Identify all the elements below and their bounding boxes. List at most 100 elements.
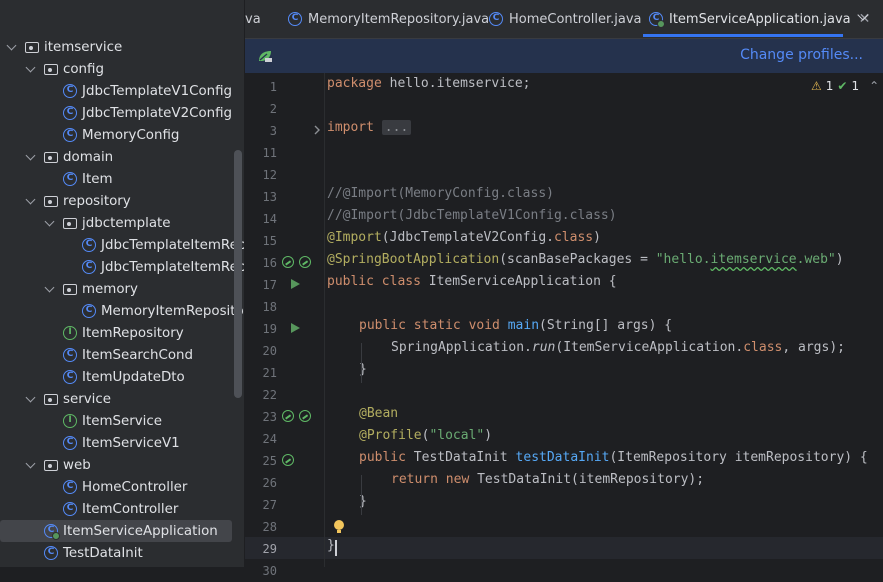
fold-chevron-icon[interactable]: [313, 125, 321, 135]
tree-item[interactable]: web: [0, 454, 244, 476]
code-token: testDataInit: [515, 450, 610, 465]
line-number: 11: [262, 146, 277, 160]
tree-item-label: ItemRepository: [82, 325, 184, 341]
code-line[interactable]: public class ItemServiceApplication {: [327, 271, 617, 293]
run-icon[interactable]: [291, 323, 300, 333]
tab-partial[interactable]: va: [245, 0, 261, 38]
profile-banner: Change profiles...: [245, 39, 883, 73]
tree-item[interactable]: C MemoryConfig: [0, 124, 244, 146]
code-line[interactable]: @Bean: [359, 403, 398, 425]
tree-item[interactable]: repository: [0, 190, 244, 212]
tree-item-label: ItemService: [82, 413, 162, 429]
line-number: 14: [262, 212, 277, 226]
code-token: (ItemRepository itemRepository) {: [609, 450, 868, 465]
chevron-down-icon[interactable]: [44, 283, 56, 295]
code-token: public static void: [359, 318, 500, 333]
code-line[interactable]: @SpringBootApplication(scanBasePackages …: [327, 249, 844, 271]
line-number: 30: [262, 564, 277, 578]
tree-item[interactable]: C ItemController: [0, 498, 244, 520]
line-number: 18: [262, 300, 277, 314]
code-line[interactable]: //@Import(JdbcTemplateV1Config.class): [327, 205, 617, 227]
tree-item-label: MemoryConfig: [82, 127, 180, 143]
code-line[interactable]: SpringApplication.run(ItemServiceApplica…: [391, 337, 845, 359]
chevron-down-icon[interactable]: [6, 41, 18, 53]
code-line[interactable]: }: [327, 535, 335, 557]
lightbulb-icon[interactable]: [334, 520, 344, 533]
bean-navigation-icon[interactable]: [282, 454, 294, 466]
chevron-down-icon[interactable]: [44, 217, 56, 229]
chevron-down-icon[interactable]: [25, 195, 37, 207]
chevron-down-icon[interactable]: [25, 63, 37, 75]
code-token: import: [327, 120, 374, 135]
line-number: 25: [262, 454, 277, 468]
tree-item[interactable]: C ItemServiceApplication: [0, 520, 232, 542]
bean-navigation-icon[interactable]: [282, 410, 294, 422]
tree-item[interactable]: C JdbcTemplateItemRepo: [0, 234, 244, 256]
code-line[interactable]: return new TestDataInit(itemRepository);: [391, 469, 704, 491]
tree-item-label: memory: [82, 281, 138, 297]
chevron-down-icon[interactable]: [25, 151, 37, 163]
project-tree-scrollbar[interactable]: [234, 150, 242, 398]
tab-home-controller[interactable]: C HomeController.java: [489, 0, 642, 38]
spring-config-icon[interactable]: [299, 256, 311, 268]
line-number: 28: [262, 520, 277, 534]
chevron-down-icon[interactable]: [25, 459, 37, 471]
tree-item[interactable]: domain: [0, 146, 244, 168]
class-icon: C: [63, 436, 77, 450]
code-line[interactable]: @Import(JdbcTemplateV2Config.class): [327, 227, 601, 249]
code-token: , args);: [782, 340, 845, 355]
tree-item[interactable]: I ItemService: [0, 410, 244, 432]
code-line[interactable]: //@Import(MemoryConfig.class): [327, 183, 554, 205]
tab-memory-item-repository[interactable]: C MemoryItemRepository.java: [288, 0, 489, 38]
package-folder-icon: [44, 64, 58, 75]
tree-item[interactable]: C ItemServiceV1: [0, 432, 244, 454]
code-line[interactable]: package hello.itemservice;: [327, 73, 531, 95]
package-folder-icon: [44, 394, 58, 405]
tree-item[interactable]: memory: [0, 278, 244, 300]
tree-item[interactable]: service: [0, 388, 244, 410]
interface-icon: I: [63, 326, 77, 340]
class-icon: C: [63, 480, 77, 494]
code-token: (String[] args) {: [539, 318, 673, 333]
tab-label: ItemServiceApplication.java: [669, 11, 851, 27]
tree-item[interactable]: I ItemRepository: [0, 322, 244, 344]
code-line[interactable]: @Profile("local"): [359, 425, 492, 447]
tab-label: MemoryItemRepository.java: [308, 11, 490, 27]
tree-item[interactable]: C JdbcTemplateV1Config: [0, 80, 244, 102]
tab-item-service-application[interactable]: C ItemServiceApplication.java ✕: [649, 0, 870, 38]
tree-item[interactable]: C ItemSearchCond: [0, 344, 244, 366]
tree-item[interactable]: C Item: [0, 168, 244, 190]
tree-item[interactable]: C ItemUpdateDto: [0, 366, 244, 388]
tree-item[interactable]: C MemoryItemRepository: [0, 300, 244, 322]
line-number: 26: [262, 476, 277, 490]
code-line[interactable]: public TestDataInit testDataInit(ItemRep…: [359, 447, 868, 469]
tree-item[interactable]: C JdbcTemplateItemRepo: [0, 256, 244, 278]
bean-navigation-icon[interactable]: [282, 256, 294, 268]
line-number: 20: [262, 344, 277, 358]
code-token: ItemServiceApplication {: [420, 274, 617, 289]
package-folder-icon: [63, 218, 77, 229]
tree-item[interactable]: config: [0, 58, 244, 80]
indent-guide: [361, 343, 362, 383]
change-profiles-link[interactable]: Change profiles...: [740, 47, 863, 63]
code-line[interactable]: import ...: [327, 117, 412, 139]
indent-guide: [361, 475, 362, 515]
chevron-down-icon[interactable]: [857, 10, 871, 24]
inspection-widget[interactable]: ⚠ 1 ✔ 1 ⌃: [811, 79, 879, 93]
chevron-up-icon[interactable]: ⌃: [869, 79, 879, 93]
code-token: (ItemServiceApplication.: [555, 340, 744, 355]
code-token: "local": [429, 428, 485, 443]
tree-item[interactable]: itemservice: [0, 36, 244, 58]
code-line[interactable]: public static void main(String[] args) {: [359, 315, 672, 337]
chevron-down-icon[interactable]: [25, 393, 37, 405]
tree-item[interactable]: C JdbcTemplateV2Config: [0, 102, 244, 124]
tab-label: va: [245, 11, 261, 27]
tree-item[interactable]: jdbctemplate: [0, 212, 244, 234]
code-token: .web": [796, 252, 836, 267]
run-icon[interactable]: [291, 279, 300, 289]
spring-config-icon[interactable]: [299, 410, 311, 422]
class-icon: C: [82, 304, 96, 318]
class-icon: C: [489, 12, 503, 26]
tree-item[interactable]: C TestDataInit: [0, 542, 244, 564]
tree-item[interactable]: C HomeController: [0, 476, 244, 498]
